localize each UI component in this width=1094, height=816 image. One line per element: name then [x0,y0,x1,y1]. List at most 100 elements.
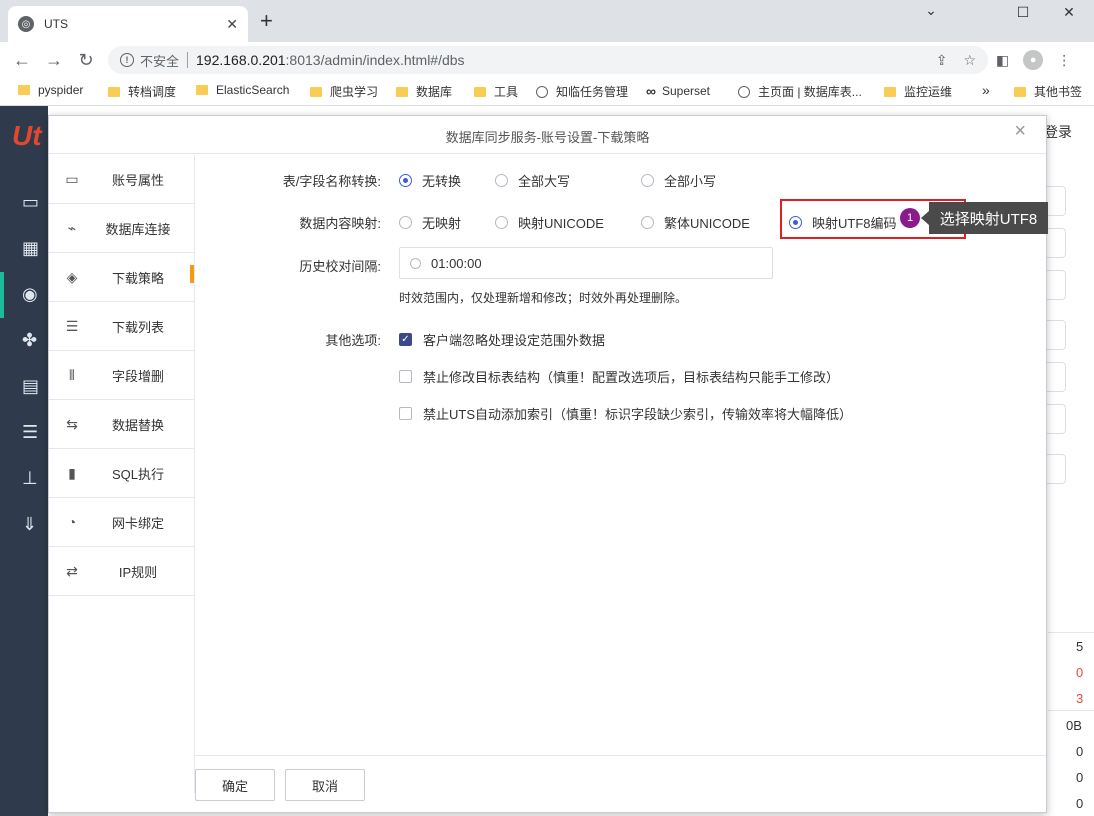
radio-icon [495,216,508,229]
maximize-button[interactable]: ☐ [1000,4,1046,21]
download-icon[interactable]: ⇓ [22,514,48,536]
app-logo: Ut [12,120,42,151]
list-icon: ☰ [65,318,79,334]
bookmark-item[interactable]: 工具 [474,83,518,100]
dialog-header: 数据库同步服务-账号设置-下载策略 × [49,116,1046,154]
confirm-button[interactable]: 确定 [195,769,275,801]
background-input[interactable] [1046,454,1066,484]
share-icon[interactable]: ⇪ [936,52,948,69]
radio-traditional-unicode[interactable]: 繁体UNICODE [641,213,750,232]
checkbox-ignore-out-of-range[interactable]: ✓ 客户端忽略处理设定范围外数据 [399,330,605,349]
bookmark-item[interactable]: 爬虫学习 [310,83,378,100]
bookmark-item[interactable]: ElasticSearch [196,83,289,97]
history-interval-value: 01:00:00 [431,255,482,271]
radio-uppercase[interactable]: 全部大写 [495,171,570,190]
radio-no-map[interactable]: 无映射 [399,213,461,232]
reload-button[interactable]: ↻ [70,50,102,71]
new-tab-button[interactable]: + [260,10,273,32]
bookmarks-bar: pyspider 转档调度 ElasticSearch 爬虫学习 数据库 工具 … [0,78,1094,106]
settings-dialog: 数据库同步服务-账号设置-下载策略 × ▭ 账号属性 ⌁ 数据库连接 ◈ 下载策… [48,115,1048,813]
menu-item-field-edit[interactable]: ⫴ 字段增删 [49,351,195,400]
stat-value: 0 [1076,796,1084,811]
background-input[interactable] [1046,320,1066,350]
star-icon[interactable]: ☆ [963,52,976,69]
bookmark-item[interactable]: ∞ Superset [646,83,710,99]
other-options-label: 其他选项: [325,333,381,348]
close-icon[interactable]: ✕ [226,16,238,33]
stat-value: 5 [1076,639,1084,654]
side-panel-icon[interactable]: ◧ [996,52,1009,69]
menu-active-indicator [190,265,194,283]
bookmark-item[interactable]: 监控运维 [884,83,952,100]
radio-icon [641,216,654,229]
compass-icon: ◈ [66,269,78,285]
menu-item-account-properties[interactable]: ▭ 账号属性 [49,155,195,204]
sitemap-icon[interactable]: ⊥ [22,468,48,490]
apps-icon[interactable]: ✤ [22,330,48,352]
infinity-icon: ∞ [646,83,656,99]
bookmark-item[interactable]: 主页面 | 数据库表... [738,83,862,100]
list-icon[interactable]: ☰ [22,422,48,444]
browser-tab[interactable]: ◎ UTS ✕ [8,6,248,42]
browser-menu-icon[interactable]: ⋮ [1057,52,1071,69]
menu-item-download-strategy[interactable]: ◈ 下载策略 [49,253,195,302]
database-icon[interactable]: ◉ [22,284,48,306]
bookmark-item[interactable]: pyspider [18,83,83,97]
globe-icon [738,85,750,98]
name-convert-label: 表/字段名称转换: [282,174,381,189]
url-separator [187,52,189,68]
url-path: :8013/admin/index.html#/dbs [285,52,465,68]
bar-chart-icon: ▮ [68,465,76,481]
background-input[interactable] [1046,362,1066,392]
checkbox-forbid-alter-table[interactable]: 禁止修改目标表结构（慎重！配置改选项后，目标表结构只能手工修改） [399,367,839,386]
sidebar-active-indicator [0,272,4,318]
back-button[interactable]: ← [6,50,38,71]
globe-icon: ◎ [18,16,34,32]
profile-avatar-icon[interactable]: ● [1023,50,1044,70]
minimize-button[interactable]: ⌄ [908,2,954,19]
background-input[interactable] [1046,228,1066,258]
forward-button[interactable]: → [38,50,70,71]
menu-item-database-connection[interactable]: ⌁ 数据库连接 [49,204,195,253]
bookmark-item[interactable]: 转档调度 [108,83,176,100]
bookmark-other[interactable]: 其他书签 [1014,83,1082,100]
menu-item-ip-rules[interactable]: ⇄ IP规则 [49,547,195,596]
dialog-close-button[interactable]: × [1014,120,1026,143]
calendar-icon[interactable]: ▦ [22,238,48,260]
menu-item-download-list[interactable]: ☰ 下载列表 [49,302,195,351]
radio-map-unicode[interactable]: 映射UNICODE [495,213,604,232]
checkbox-icon [399,407,412,420]
background-input[interactable] [1046,186,1066,216]
radio-no-convert[interactable]: 无转换 [399,171,461,190]
monitor-icon[interactable]: ▭ [22,192,48,214]
menu-item-label: 账号属性 [111,172,164,188]
cancel-button[interactable]: 取消 [285,769,365,801]
url-input[interactable]: ! 不安全 192.168.0.201 :8013/admin/index.ht… [108,46,988,74]
menu-item-label: 下载列表 [111,319,164,335]
login-link[interactable]: 登录 [1044,122,1072,142]
annotation-step-badge: 1 [900,208,920,228]
bookmark-item[interactable]: 数据库 [396,83,452,100]
history-interval-input[interactable]: 01:00:00 [399,247,773,279]
history-interval-label: 历史校对间隔: [299,259,381,274]
menu-item-label: SQL执行 [111,466,164,482]
menu-item-nic-binding[interactable]: ◔ 网卡绑定 [49,498,195,547]
menu-item-sql-execute[interactable]: ▮ SQL执行 [49,449,195,498]
background-input[interactable] [1046,270,1066,300]
bookmark-item[interactable]: 知临任务管理 [536,83,628,100]
checkbox-forbid-auto-index[interactable]: 禁止UTS自动添加索引（慎重！标识字段缺少索引，传输效率将大幅降低） [399,404,852,423]
pie-chart-icon: ◔ [67,514,77,530]
radio-checked-icon [399,174,412,187]
folder-icon [310,86,322,97]
radio-icon [641,174,654,187]
divider [1048,632,1094,633]
tab-title: UTS [44,17,68,31]
background-input[interactable] [1046,404,1066,434]
menu-item-data-replace[interactable]: ⇆ 数据替换 [49,400,195,449]
radio-lowercase[interactable]: 全部小写 [641,171,716,190]
history-interval-help: 时效范围内，仅处理新增和修改；时效外再处理删除。 [399,291,688,305]
archive-icon[interactable]: ▤ [22,376,48,398]
window-close-button[interactable]: ✕ [1046,4,1092,21]
bookmarks-more-button[interactable]: » [982,82,990,98]
menu-item-label: 数据库连接 [105,221,171,237]
